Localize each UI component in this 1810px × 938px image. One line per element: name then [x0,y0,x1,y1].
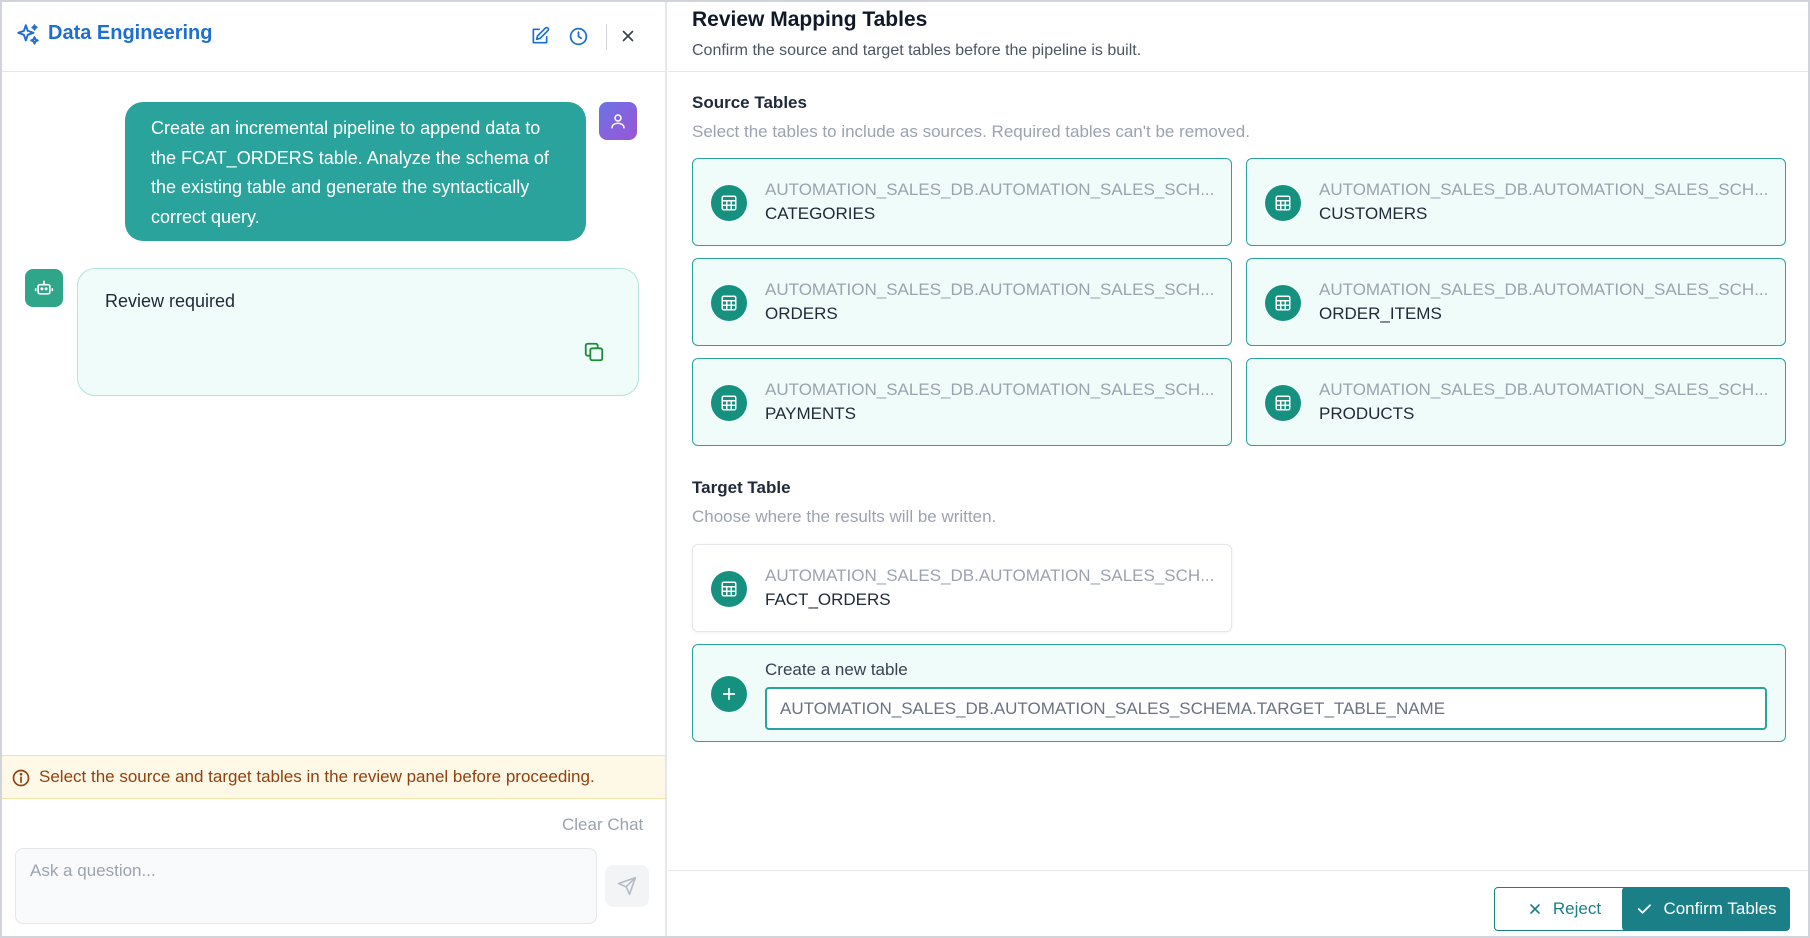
table-icon [711,185,747,221]
chat-title: Data Engineering [48,22,213,44]
source-table-card[interactable]: AUTOMATION_SALES_DB.AUTOMATION_SALES_SCH… [692,358,1232,446]
history-icon [569,27,587,45]
edit-icon [532,26,550,44]
sparkle-icon [17,24,39,45]
bot-message-text: Review required [105,291,236,311]
bot-avatar [25,269,63,307]
source-table-card[interactable]: AUTOMATION_SALES_DB.AUTOMATION_SALES_SCH… [1246,258,1786,346]
table-icon [711,285,747,321]
close-icon [622,30,634,42]
clear-chat-button[interactable]: Clear Chat [562,815,643,835]
review-title: Review Mapping Tables [692,8,928,31]
chat-panel: Data Engineering Create an incremental p… [2,2,667,936]
target-table-subtitle: Choose where the results will be written… [692,507,997,526]
table-icon [711,385,747,421]
table-schema: AUTOMATION_SALES_DB.AUTOMATION_SALES_SCH… [765,280,1215,299]
new-table-label: Create a new table [765,660,908,679]
create-new-table-card[interactable]: Create a new table [692,644,1786,742]
table-name: ORDER_ITEMS [1319,304,1442,323]
source-table-card[interactable]: AUTOMATION_SALES_DB.AUTOMATION_SALES_SCH… [692,158,1232,246]
table-schema: AUTOMATION_SALES_DB.AUTOMATION_SALES_SCH… [765,180,1215,199]
table-schema: AUTOMATION_SALES_DB.AUTOMATION_SALES_SCH… [1319,280,1769,299]
table-name: ORDERS [765,304,838,323]
confirm-tables-button[interactable]: Confirm Tables [1622,887,1790,931]
review-footer: Reject Confirm Tables [668,870,1808,936]
send-icon [617,876,637,896]
info-icon [12,769,30,787]
source-table-card[interactable]: AUTOMATION_SALES_DB.AUTOMATION_SALES_SCH… [1246,158,1786,246]
table-schema: AUTOMATION_SALES_DB.AUTOMATION_SALES_SCH… [765,566,1215,585]
target-table-card[interactable]: AUTOMATION_SALES_DB.AUTOMATION_SALES_SCH… [692,544,1232,632]
review-header: Review Mapping Tables Confirm the source… [668,2,1808,72]
table-schema: AUTOMATION_SALES_DB.AUTOMATION_SALES_SCH… [1319,380,1769,399]
table-schema: AUTOMATION_SALES_DB.AUTOMATION_SALES_SCH… [765,380,1215,399]
table-icon [711,571,747,607]
table-icon [1265,385,1301,421]
user-message: Create an incremental pipeline to append… [125,102,586,241]
bot-icon [34,280,54,295]
source-tables-title: Source Tables [692,93,807,112]
history-button[interactable] [566,24,590,48]
target-table-title: Target Table [692,478,791,497]
new-table-name-input[interactable] [765,687,1767,730]
notice-text: Select the source and target tables in t… [39,767,595,786]
send-button[interactable] [605,865,649,907]
user-avatar [599,102,637,140]
check-icon [1638,904,1652,914]
add-table-button[interactable] [711,676,747,712]
table-schema: AUTOMATION_SALES_DB.AUTOMATION_SALES_SCH… [1319,180,1769,199]
bot-message: Review required [77,268,639,396]
review-subtitle: Confirm the source and target tables bef… [692,42,1142,59]
close-chat-button[interactable] [616,24,640,48]
reject-button[interactable]: Reject [1494,887,1634,931]
source-tables-subtitle: Select the tables to include as sources.… [692,122,1250,141]
header-divider [606,24,607,50]
table-icon [1265,285,1301,321]
close-icon [1530,904,1540,914]
confirm-label: Confirm Tables [1663,899,1777,918]
review-panel: Review Mapping Tables Confirm the source… [668,2,1808,936]
ask-question-input[interactable] [15,848,597,924]
copy-icon[interactable] [583,341,605,363]
notice-banner: Select the source and target tables in t… [2,755,665,799]
reject-label: Reject [1552,899,1602,918]
chat-header: Data Engineering [2,2,665,72]
plus-icon [722,687,736,701]
table-name: PRODUCTS [1319,404,1415,423]
source-table-card[interactable]: AUTOMATION_SALES_DB.AUTOMATION_SALES_SCH… [692,258,1232,346]
table-name: PAYMENTS [765,404,856,423]
new-chat-button[interactable] [528,24,552,48]
table-name: CUSTOMERS [1319,204,1428,223]
table-icon [1265,185,1301,221]
user-icon [611,114,625,129]
table-name: CATEGORIES [765,204,876,223]
source-table-card[interactable]: AUTOMATION_SALES_DB.AUTOMATION_SALES_SCH… [1246,358,1786,446]
table-name: FACT_ORDERS [765,590,891,609]
